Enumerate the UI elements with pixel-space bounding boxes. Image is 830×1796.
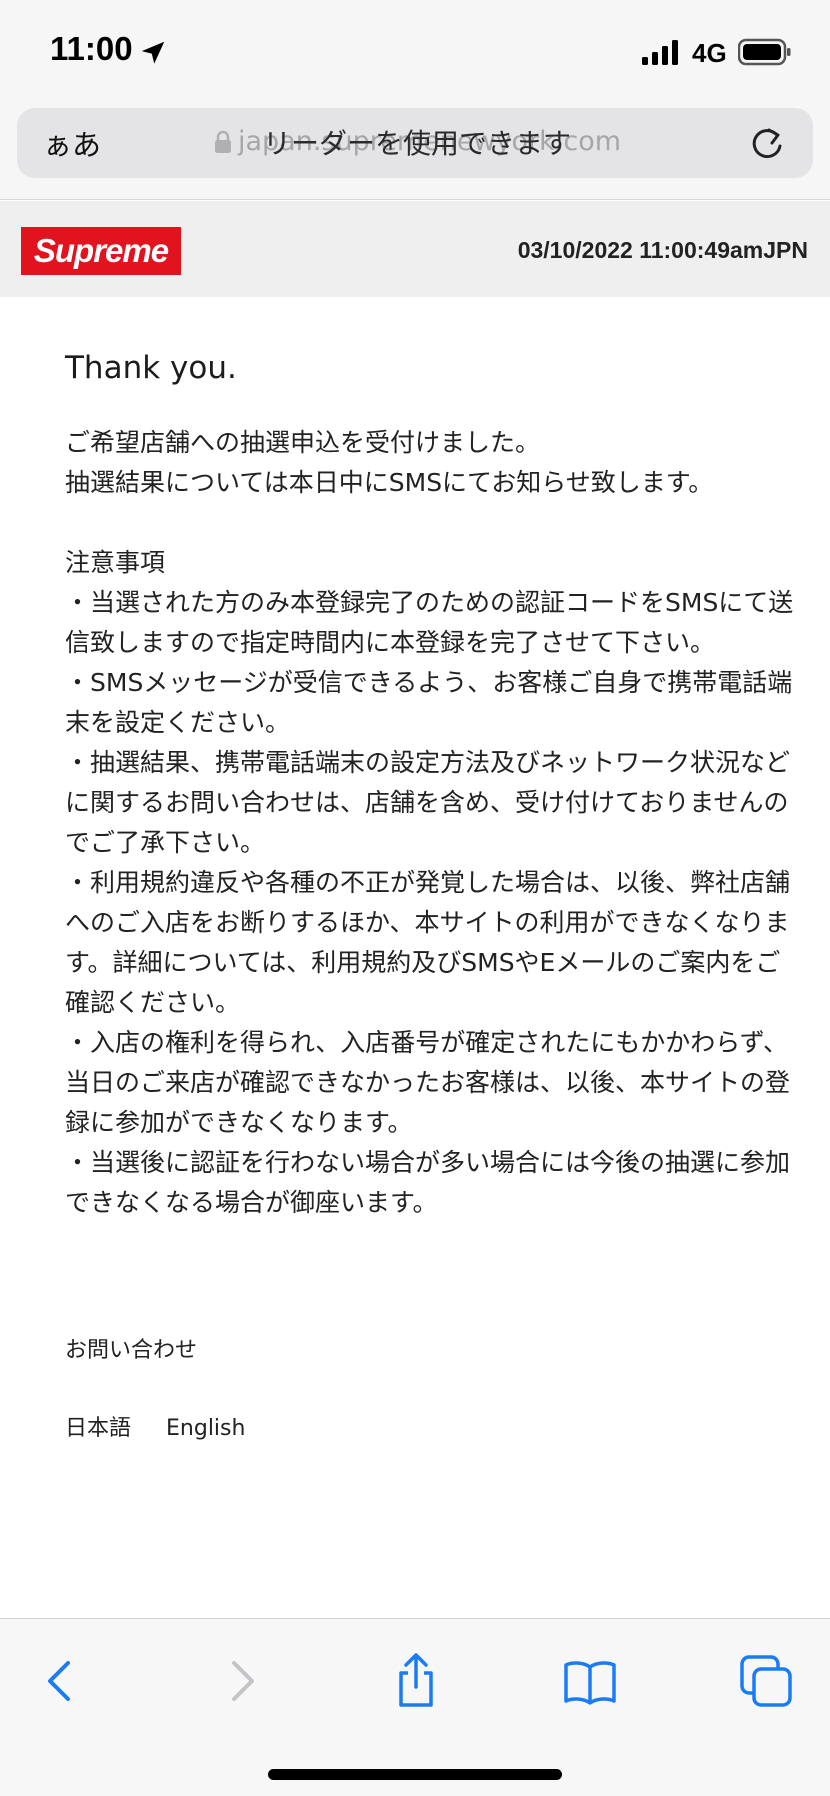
page-title: Thank you. — [65, 350, 237, 386]
notice-title: 注意事項 — [65, 548, 166, 578]
reader-available-banner: リーダーを使用できます — [263, 127, 572, 160]
back-icon[interactable] — [30, 1649, 94, 1713]
status-time: 11:00 — [50, 30, 133, 67]
text-size-button[interactable]: ぁあ — [43, 122, 101, 164]
cellular-signal-icon — [642, 40, 678, 65]
language-switcher: 日本語 English — [65, 1410, 273, 1442]
tabs-icon[interactable] — [734, 1649, 798, 1713]
forward-icon[interactable] — [208, 1649, 272, 1713]
address-bar[interactable]: ぁあ japan.supremenewyork.com リーダーを使用できます — [17, 108, 813, 178]
browser-address-area: ぁあ japan.supremenewyork.com リーダーを使用できます — [0, 100, 830, 200]
notice-item: ・利用規約違反や各種の不正が発覚した場合は、以後、弊社店舗へのご入店をお断りする… — [65, 868, 791, 1018]
site-header: Supreme 03/10/2022 11:00:49amJPN — [0, 201, 830, 297]
notice-item: ・入店の権利を得られ、入店番号が確定されたにもかかわらず、当日のご来店が確認でき… — [65, 1028, 791, 1138]
notice-item: ・当選された方のみ本登録完了のための認証コードをSMSにて送信致しますので指定時… — [65, 588, 794, 658]
confirmation-content: Thank you. ご希望店舗への抽選申込を受付けました。 抽選結果については… — [65, 350, 795, 1223]
language-english-link[interactable]: English — [166, 1416, 245, 1441]
reload-icon[interactable] — [747, 124, 787, 164]
intro-line: 抽選結果については本日中にSMSにてお知らせ致します。 — [65, 468, 714, 498]
supreme-logo[interactable]: Supreme — [21, 227, 181, 275]
home-indicator[interactable] — [268, 1769, 562, 1780]
status-bar: 11:00 4G — [0, 0, 830, 100]
bookmarks-icon[interactable] — [558, 1649, 622, 1713]
notice-item: ・抽選結果、携帯電話端末の設定方法及びネットワーク状況などに関するお問い合わせは… — [65, 748, 791, 858]
notice-item: ・当選後に認証を行わない場合が多い場合には今後の抽選に参加できなくなる場合が御座… — [65, 1148, 791, 1218]
language-japanese-link[interactable]: 日本語 — [65, 1416, 131, 1441]
battery-icon — [738, 38, 791, 66]
network-type: 4G — [692, 38, 727, 68]
browser-toolbar — [0, 1618, 830, 1796]
share-icon[interactable] — [384, 1649, 448, 1713]
intro-line: ご希望店舗への抽選申込を受付けました。 — [65, 428, 541, 458]
notice-item: ・SMSメッセージが受信できるよう、お客様ご自身で携帯電話端末を設定ください。 — [65, 668, 793, 738]
location-arrow-icon — [141, 41, 165, 64]
timestamp: 03/10/2022 11:00:49amJPN — [517, 237, 808, 263]
contact-link[interactable]: お問い合わせ — [65, 1332, 197, 1364]
